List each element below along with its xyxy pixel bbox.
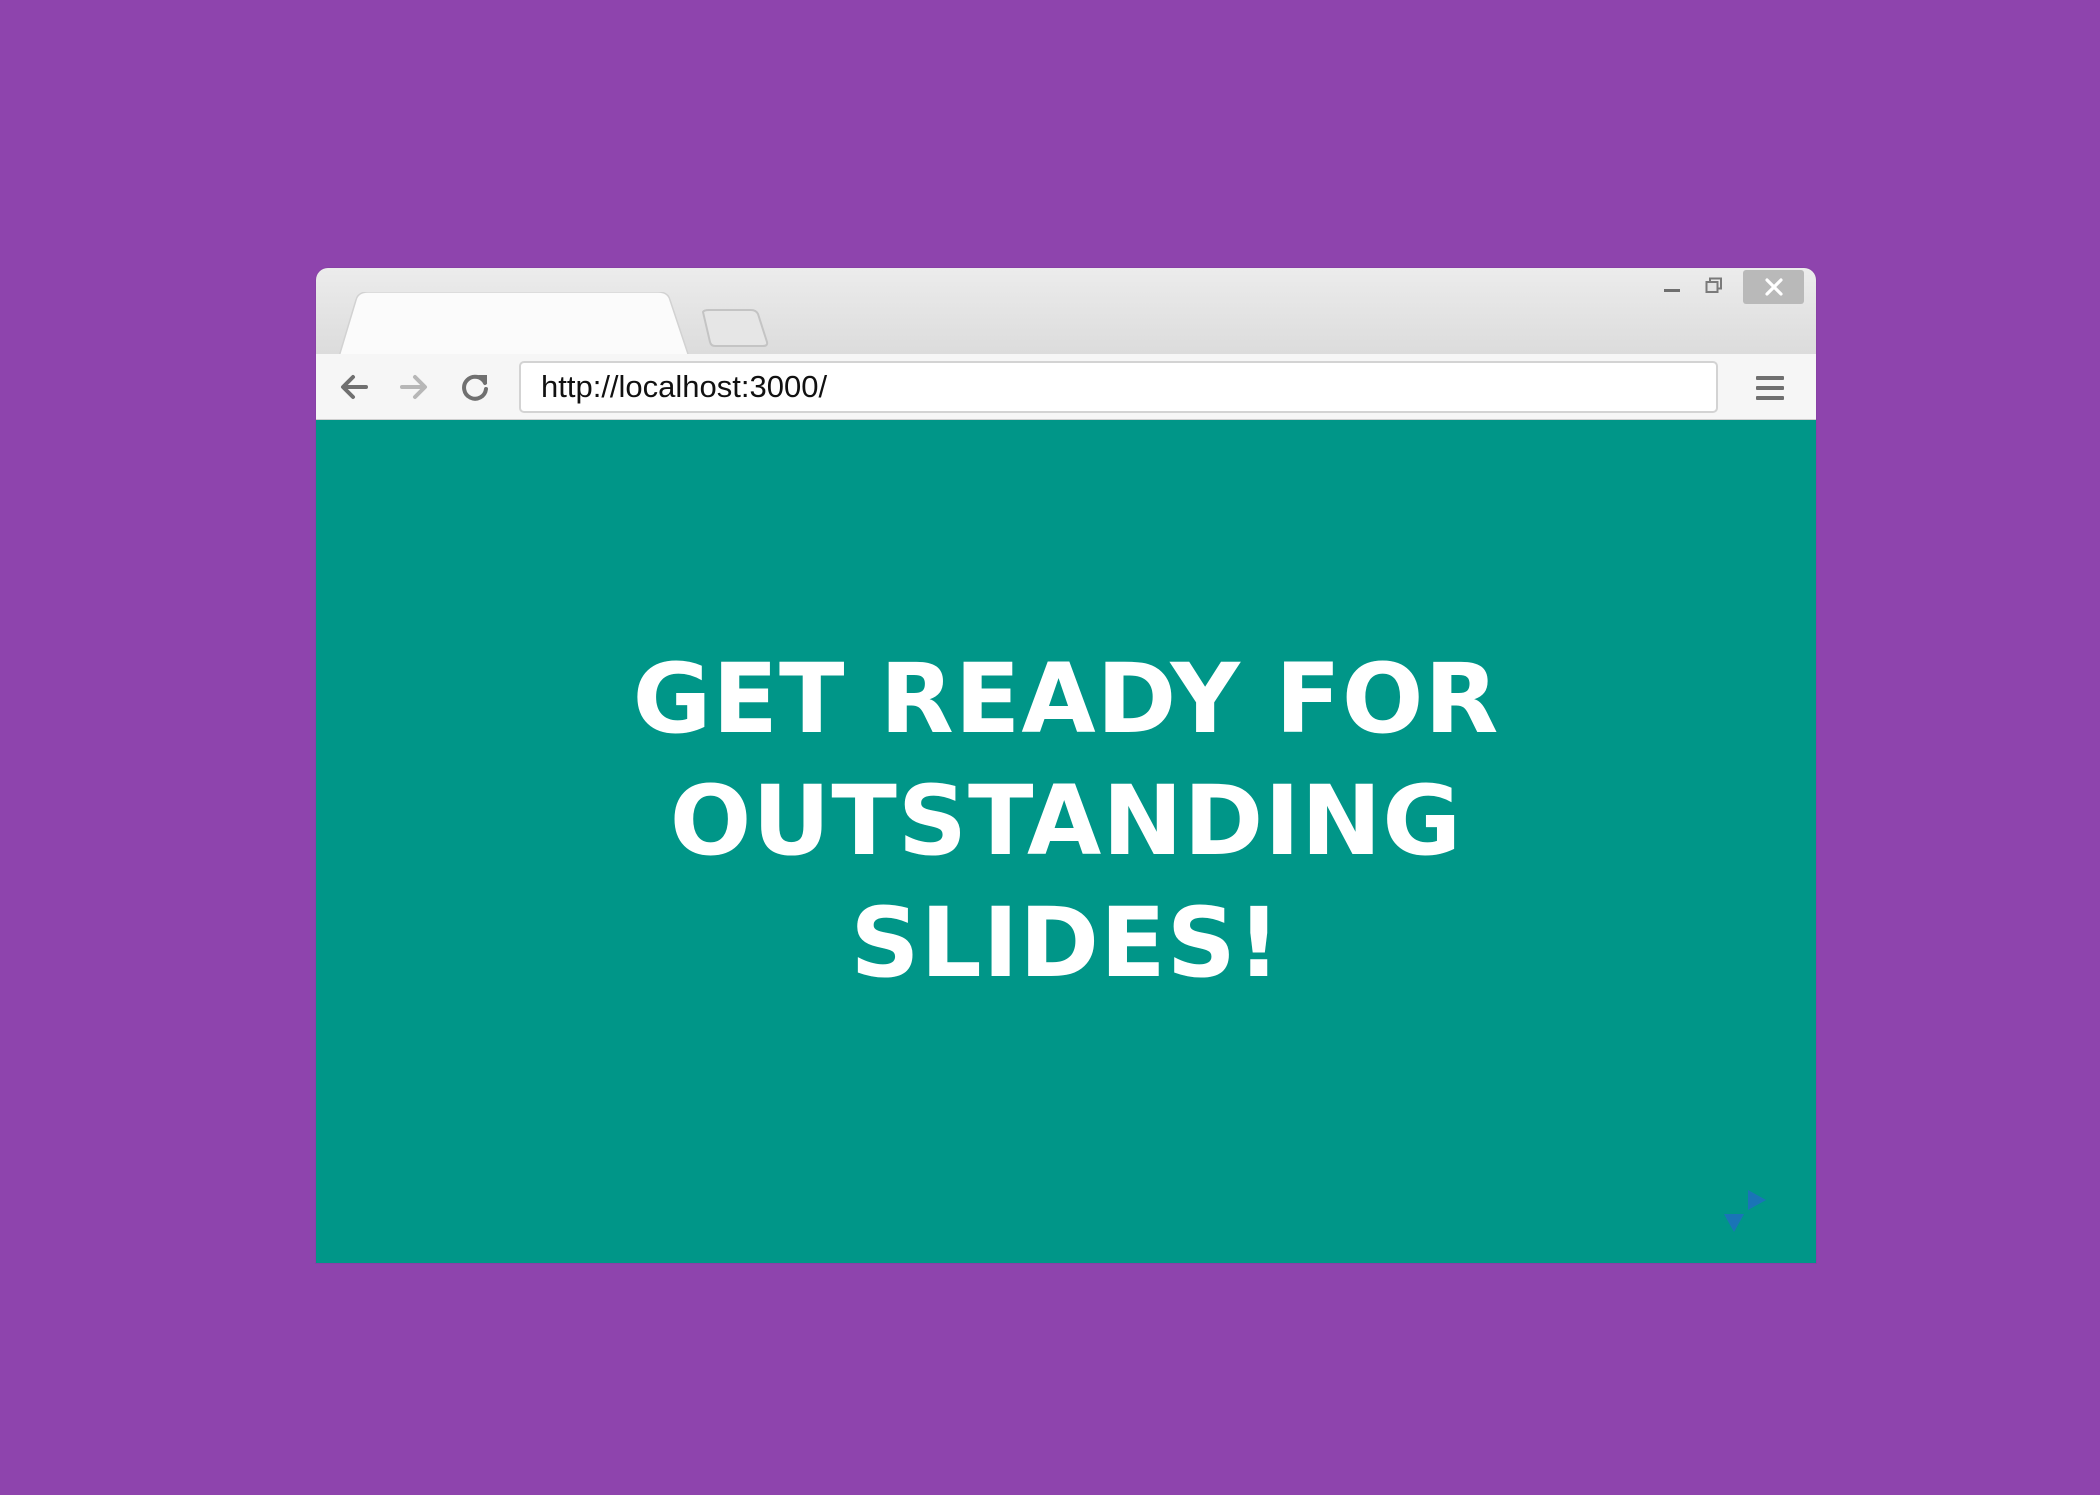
hamburger-menu-icon[interactable] <box>1748 366 1792 410</box>
browser-window: GET READY FOR OUTSTANDING SLIDES! <box>316 268 1816 1263</box>
arrow-right-icon[interactable] <box>394 367 434 407</box>
slide-navigation-controls <box>1708 1180 1778 1250</box>
next-slide-arrow-icon[interactable] <box>1744 1188 1768 1217</box>
slide-viewport: GET READY FOR OUTSTANDING SLIDES! <box>316 420 1816 1263</box>
address-bar[interactable] <box>519 361 1718 413</box>
slide-title-line: GET READY FOR <box>632 643 1500 755</box>
maximize-icon[interactable] <box>1696 268 1732 304</box>
slide-title: GET READY FOR OUTSTANDING SLIDES! <box>516 638 1616 1004</box>
new-tab-button[interactable] <box>699 308 769 348</box>
close-icon[interactable] <box>1743 270 1804 304</box>
arrow-left-icon[interactable] <box>334 367 374 407</box>
browser-titlebar <box>316 268 1816 360</box>
minimize-icon[interactable] <box>1654 268 1690 304</box>
slide-title-line: SLIDES! <box>850 887 1282 999</box>
slide-title-line: OUTSTANDING <box>669 765 1463 877</box>
browser-tab[interactable] <box>338 292 690 360</box>
browser-toolbar <box>316 354 1816 420</box>
reload-icon[interactable] <box>455 367 495 407</box>
down-slide-arrow-icon[interactable] <box>1722 1210 1746 1239</box>
